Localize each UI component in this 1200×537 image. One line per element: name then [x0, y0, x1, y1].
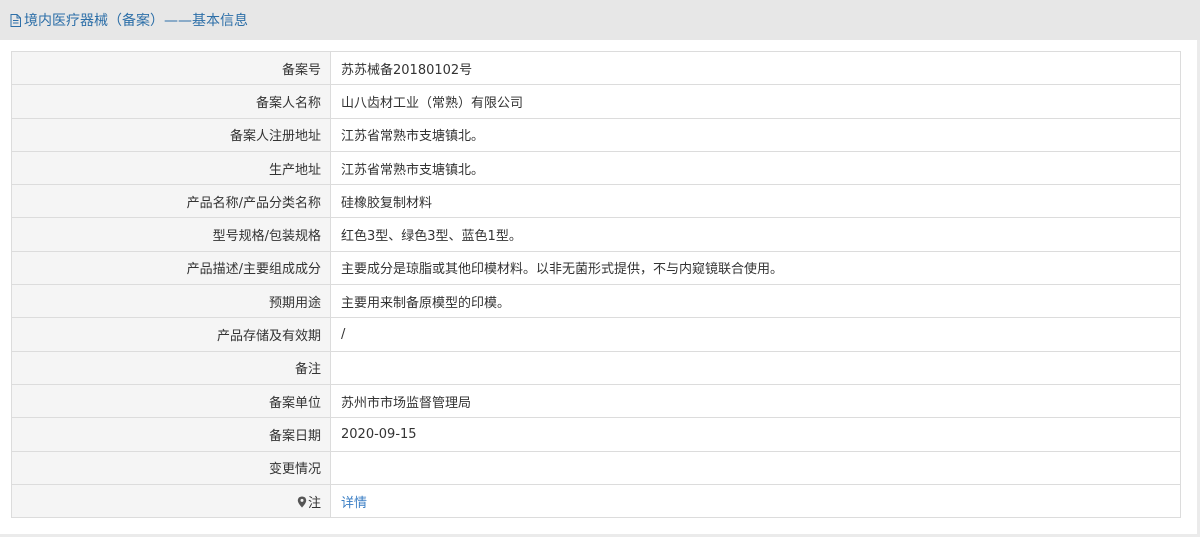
- row-value: 主要用来制备原模型的印模。: [330, 284, 1181, 319]
- table-row: 备注: [11, 350, 1181, 385]
- row-label: 备案日期: [11, 417, 331, 452]
- row-label: 注: [11, 483, 331, 519]
- table-row: 产品描述/主要组成成分 主要成分是琼脂或其他印模材料。以非无菌形式提供，不与内窥…: [11, 250, 1181, 286]
- row-label: 产品名称/产品分类名称: [11, 184, 331, 219]
- row-label: 备注: [11, 350, 331, 385]
- page-header: 境内医疗器械（备案）——基本信息: [0, 0, 1200, 40]
- row-label: 型号规格/包装规格: [11, 217, 331, 252]
- row-value: 苏州市市场监督管理局: [330, 383, 1181, 419]
- row-label: 备案人名称: [11, 84, 331, 119]
- table-row: 产品存储及有效期 /: [11, 317, 1181, 352]
- details-link[interactable]: 详情: [330, 483, 1181, 519]
- row-value: [330, 350, 1181, 385]
- table-row: 型号规格/包装规格 红色3型、绿色3型、蓝色1型。: [11, 217, 1181, 252]
- row-label: 预期用途: [11, 284, 331, 319]
- row-value: 主要成分是琼脂或其他印模材料。以非无菌形式提供，不与内窥镜联合使用。: [330, 250, 1181, 286]
- row-value: 2020-09-15: [330, 417, 1181, 452]
- row-value: 江苏省常熟市支塘镇北。: [330, 117, 1181, 152]
- table-row: 备案日期 2020-09-15: [11, 417, 1181, 452]
- document-icon: [10, 13, 21, 27]
- row-label: 备案号: [11, 50, 331, 86]
- info-panel: 备案号 苏苏械备20180102号 备案人名称 山八齿材工业（常熟）有限公司 备…: [0, 40, 1197, 534]
- table-row: 注 详情: [11, 483, 1181, 519]
- table-row: 变更情况: [11, 450, 1181, 485]
- table-row: 生产地址 江苏省常熟市支塘镇北。: [11, 150, 1181, 186]
- table-row: 产品名称/产品分类名称 硅橡胶复制材料: [11, 184, 1181, 219]
- row-value: 江苏省常熟市支塘镇北。: [330, 150, 1181, 186]
- note-label: 注: [307, 495, 321, 511]
- row-label: 生产地址: [11, 150, 331, 186]
- row-value: 山八齿材工业（常熟）有限公司: [330, 84, 1181, 119]
- table-row: 备案号 苏苏械备20180102号: [11, 50, 1181, 86]
- row-value: [330, 450, 1181, 485]
- table-row: 备案人名称 山八齿材工业（常熟）有限公司: [11, 84, 1181, 119]
- page-title: 境内医疗器械（备案）——基本信息: [24, 13, 248, 29]
- location-pin-icon: [297, 496, 307, 507]
- row-value: /: [330, 317, 1181, 352]
- table-row: 备案人注册地址 江苏省常熟市支塘镇北。: [11, 117, 1181, 152]
- table-row: 备案单位 苏州市市场监督管理局: [11, 383, 1181, 419]
- row-value: 红色3型、绿色3型、蓝色1型。: [330, 217, 1181, 252]
- row-value: 苏苏械备20180102号: [330, 50, 1181, 86]
- row-label: 备案单位: [11, 383, 331, 419]
- table-row: 预期用途 主要用来制备原模型的印模。: [11, 284, 1181, 319]
- row-label: 产品描述/主要组成成分: [11, 250, 331, 286]
- row-label: 产品存储及有效期: [11, 317, 331, 352]
- row-value: 硅橡胶复制材料: [330, 184, 1181, 219]
- row-label: 变更情况: [11, 450, 331, 485]
- basic-info-table: 备案号 苏苏械备20180102号 备案人名称 山八齿材工业（常熟）有限公司 备…: [11, 50, 1181, 519]
- row-label: 备案人注册地址: [11, 117, 331, 152]
